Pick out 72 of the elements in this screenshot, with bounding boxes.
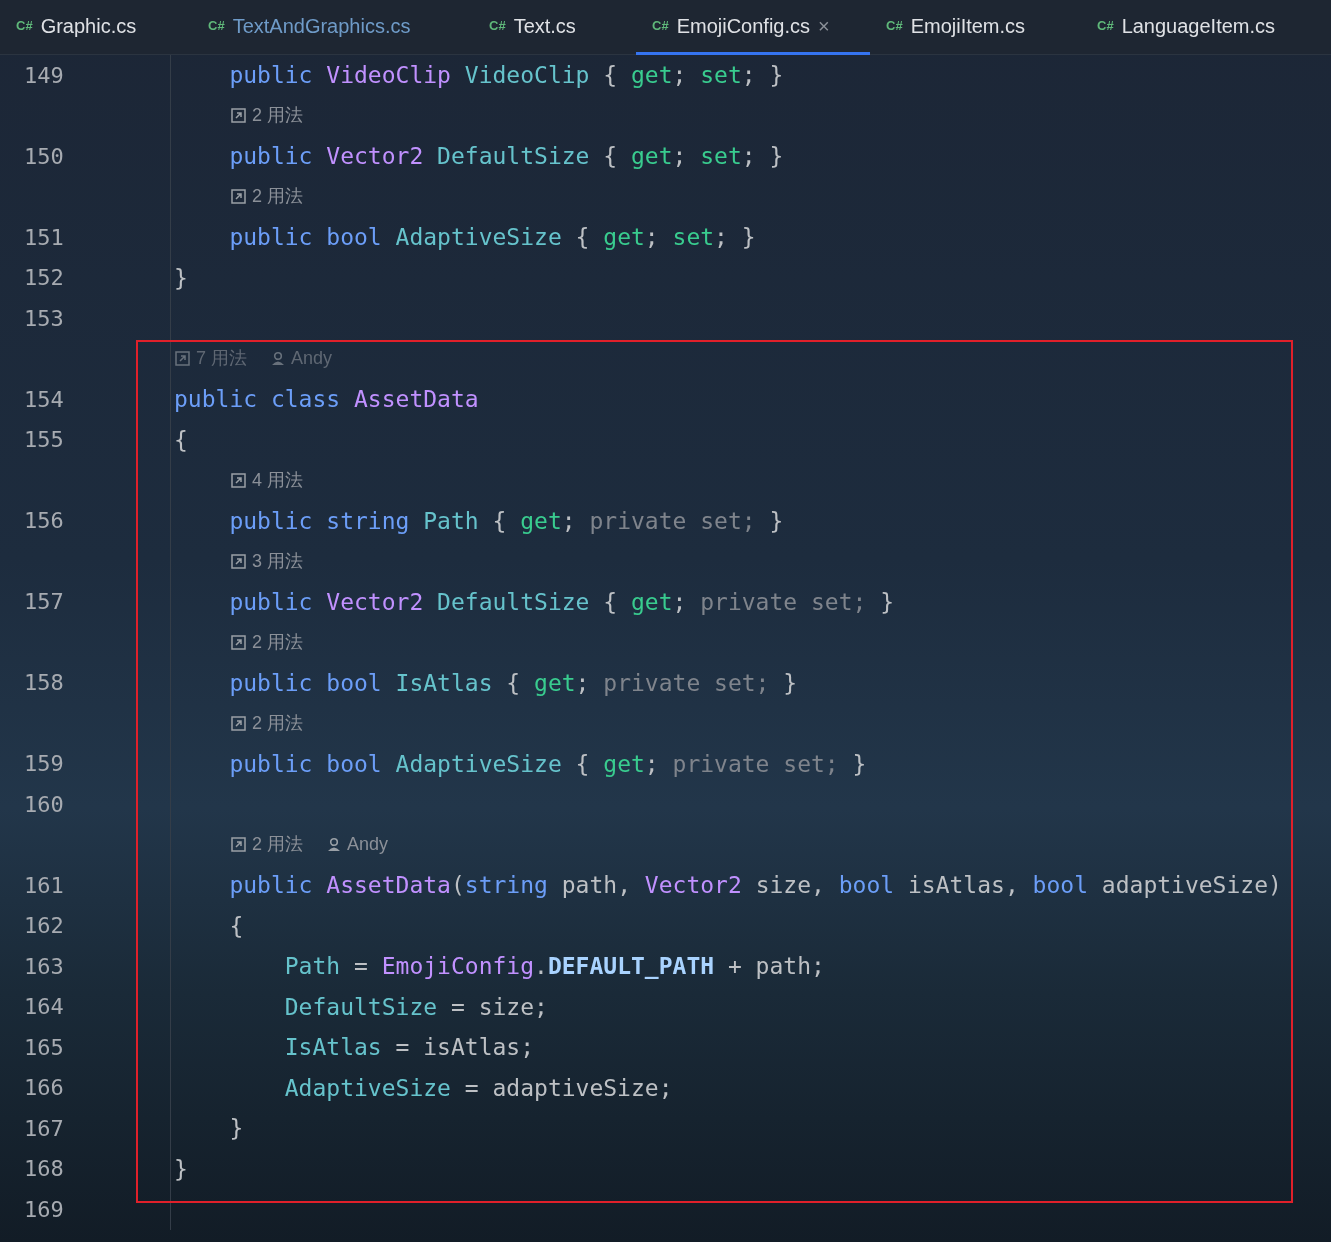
usages-link[interactable]: 2 用法 bbox=[252, 628, 303, 656]
csharp-file-icon: C# bbox=[16, 16, 33, 36]
file-tab[interactable]: C# EmojiItem.cs bbox=[870, 0, 1081, 55]
usages-link[interactable]: 2 用法 bbox=[252, 102, 303, 130]
usages-icon bbox=[231, 553, 246, 569]
file-tab[interactable]: C# LanguageItem.cs bbox=[1081, 0, 1315, 55]
code-line: public bool IsAtlas { get; private set; } bbox=[228, 668, 798, 698]
usages-icon bbox=[231, 108, 246, 124]
file-tab[interactable]: C# TextAndGraphics.cs bbox=[192, 0, 473, 55]
code-line: public AssetData(string path, Vector2 size, bool isAtlas, bool adaptiveSize) bbox=[228, 871, 1282, 900]
line-number: 166 bbox=[23, 1074, 65, 1103]
code-line: } bbox=[228, 1114, 244, 1143]
file-tab[interactable]: C# Graphic.cs bbox=[0, 0, 192, 55]
code-line: AdaptiveSize = adaptiveSize; bbox=[283, 1073, 673, 1103]
line-number: 153 bbox=[23, 304, 65, 333]
usages-icon bbox=[231, 715, 246, 731]
line-number: 157 bbox=[23, 588, 65, 617]
code-line: public Vector2 DefaultSize { get; set; } bbox=[228, 142, 784, 171]
line-number: 150 bbox=[23, 142, 65, 171]
line-number: 160 bbox=[23, 790, 65, 819]
code-line: Path = EmojiConfig.DEFAULT_PATH + path; bbox=[283, 952, 825, 981]
csharp-file-icon: C# bbox=[886, 16, 903, 36]
code-line: DefaultSize = size; bbox=[283, 992, 548, 1022]
line-number: 151 bbox=[23, 223, 65, 252]
line-number: 169 bbox=[23, 1195, 65, 1224]
line-number: 156 bbox=[23, 507, 65, 536]
code-line: { bbox=[173, 425, 188, 455]
line-number: 149 bbox=[23, 61, 65, 90]
line-number: 155 bbox=[23, 426, 65, 455]
code-line: } bbox=[173, 1154, 188, 1184]
usages-icon bbox=[231, 837, 246, 853]
user-icon bbox=[327, 837, 341, 853]
code-line: { bbox=[228, 911, 244, 941]
line-number: 161 bbox=[23, 871, 65, 900]
usages-icon bbox=[231, 189, 246, 205]
line-number: 168 bbox=[23, 1155, 65, 1184]
close-icon[interactable]: × bbox=[818, 11, 830, 41]
code-line: } bbox=[173, 263, 188, 293]
line-number: 152 bbox=[23, 264, 65, 293]
code-line: public Vector2 DefaultSize { get; private set; } bbox=[228, 587, 895, 617]
csharp-file-icon: C# bbox=[1097, 16, 1114, 36]
usages-icon bbox=[231, 634, 246, 650]
line-number: 162 bbox=[23, 912, 65, 941]
code-line: public bool AdaptiveSize { get; set; } bbox=[228, 223, 756, 252]
code-line: public bool AdaptiveSize { get; private set; } bbox=[228, 749, 867, 779]
usages-link[interactable]: 7 用法 bbox=[196, 345, 247, 373]
line-number: 159 bbox=[23, 750, 65, 779]
usages-icon bbox=[175, 351, 190, 367]
usages-link[interactable]: 2 用法 bbox=[252, 709, 303, 737]
csharp-file-icon: C# bbox=[208, 16, 225, 36]
author-link[interactable]: Andy bbox=[291, 345, 333, 373]
line-number: 154 bbox=[23, 385, 65, 414]
usages-link[interactable]: 2 用法 bbox=[252, 831, 303, 859]
file-tab[interactable]: C# EmojiConfig.cs × bbox=[636, 0, 870, 55]
usages-link[interactable]: 2 用法 bbox=[252, 183, 303, 211]
file-tab[interactable]: C# Text.cs bbox=[473, 0, 636, 55]
usages-link[interactable]: 3 用法 bbox=[252, 547, 303, 575]
line-number: 167 bbox=[23, 1114, 65, 1143]
usages-link[interactable]: 4 用法 bbox=[252, 466, 303, 494]
usages-icon bbox=[231, 472, 246, 488]
code-line: public string Path { get; private set; } bbox=[228, 506, 784, 536]
csharp-file-icon: C# bbox=[489, 16, 506, 36]
csharp-file-icon: C# bbox=[652, 16, 669, 36]
code-line: public VideoClip VideoClip { get; set; } bbox=[228, 61, 784, 90]
line-number: 165 bbox=[23, 1033, 65, 1062]
code-line: public class AssetData bbox=[173, 385, 479, 414]
user-icon bbox=[271, 351, 285, 367]
line-number: 164 bbox=[23, 993, 65, 1022]
author-link[interactable]: Andy bbox=[347, 831, 389, 859]
line-number: 163 bbox=[23, 952, 65, 981]
line-number: 158 bbox=[23, 669, 65, 698]
code-line: IsAtlas = isAtlas; bbox=[283, 1033, 535, 1062]
